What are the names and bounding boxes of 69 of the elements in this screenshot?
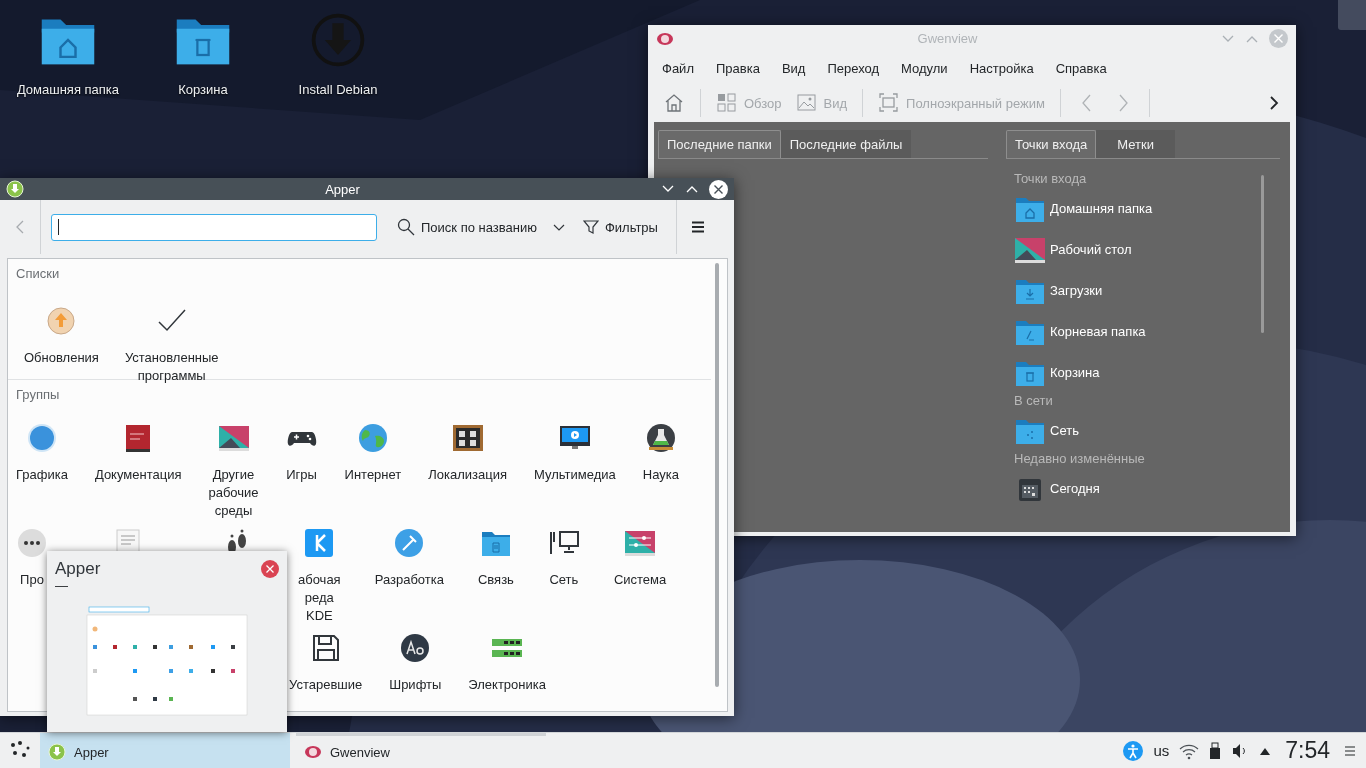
menu-icon bbox=[1344, 744, 1356, 757]
section-heading: Группы bbox=[16, 386, 61, 402]
category-item[interactable]: Про bbox=[16, 527, 48, 589]
close-icon bbox=[1269, 29, 1288, 48]
tab[interactable]: Последние файлы bbox=[780, 130, 912, 158]
scrollbar[interactable] bbox=[715, 263, 719, 687]
flask-icon bbox=[644, 422, 677, 454]
preview-title: Apper bbox=[55, 559, 101, 579]
search-mode-button[interactable]: Поиск по названию bbox=[393, 214, 569, 240]
category-item[interactable]: Другие рабочие среды bbox=[208, 422, 259, 520]
category-item[interactable]: Локализация bbox=[428, 422, 508, 484]
section-heading: В сети bbox=[1014, 393, 1054, 410]
filter-button[interactable]: Фильтры bbox=[578, 215, 662, 239]
grid-icon bbox=[716, 92, 738, 114]
keyboard-layout[interactable]: us bbox=[1153, 742, 1170, 759]
category-item[interactable]: Интернет bbox=[344, 422, 402, 484]
tab[interactable]: Последние папки bbox=[658, 130, 781, 158]
dots-icon bbox=[16, 527, 48, 559]
download-icon bbox=[6, 180, 24, 198]
clock[interactable]: 7:54 bbox=[1285, 737, 1330, 764]
category-item[interactable]: Мультимедиа bbox=[534, 422, 616, 484]
hammer-icon bbox=[393, 527, 426, 559]
category-item[interactable]: абочая реда KDE bbox=[298, 527, 341, 625]
chalkboard-icon bbox=[451, 422, 484, 454]
category-item[interactable]: Установленные программы bbox=[124, 305, 219, 385]
category-item[interactable]: Разработка bbox=[374, 527, 444, 589]
section-heading: Точки входа bbox=[1014, 171, 1088, 188]
window-thumbnail-drawing[interactable] bbox=[85, 605, 249, 717]
preview-subtitle: — bbox=[55, 579, 69, 593]
accessibility-icon bbox=[1123, 740, 1144, 761]
window-title: Gwenview bbox=[916, 31, 979, 46]
search-icon bbox=[397, 218, 415, 236]
category-item[interactable]: Документация bbox=[94, 422, 182, 484]
category-item[interactable]: Шрифты bbox=[389, 632, 442, 694]
category-item[interactable]: Наука bbox=[642, 422, 679, 484]
category-item[interactable]: Игры bbox=[285, 422, 318, 484]
filter-icon bbox=[582, 219, 599, 235]
category-item[interactable]: Обновления bbox=[24, 305, 99, 367]
menu-icon bbox=[690, 221, 705, 233]
desktop-icon[interactable]: Домашняя папка bbox=[3, 10, 133, 97]
desktop-icon[interactable]: Корзина bbox=[138, 10, 268, 97]
section-heading: Недавно изменённые bbox=[1014, 451, 1146, 468]
section-heading: Списки bbox=[16, 265, 61, 281]
image-icon bbox=[795, 92, 818, 114]
tab[interactable]: Метки bbox=[1096, 130, 1175, 158]
close-icon bbox=[261, 560, 279, 578]
globe-icon bbox=[356, 422, 389, 454]
category-item[interactable]: Устаревшие bbox=[289, 632, 363, 694]
category-item[interactable]: Графика bbox=[16, 422, 68, 484]
desktop-icon[interactable]: Install Debian bbox=[273, 10, 403, 97]
eye-icon bbox=[304, 743, 322, 761]
update-icon bbox=[45, 305, 78, 337]
task-button[interactable]: Apper bbox=[40, 733, 290, 768]
category-item[interactable]: Система bbox=[613, 527, 667, 589]
category-item[interactable]: Электроника bbox=[468, 632, 546, 694]
tab[interactable]: Точки входа bbox=[1006, 130, 1097, 158]
category-item[interactable]: Сеть bbox=[547, 527, 580, 589]
desktop-toolbox[interactable] bbox=[1338, 0, 1366, 30]
home-icon bbox=[663, 92, 685, 114]
category-item[interactable]: Связь bbox=[477, 527, 514, 589]
app-logo-icon bbox=[303, 527, 336, 559]
download-icon bbox=[48, 743, 66, 761]
font-icon bbox=[399, 632, 432, 664]
fullscreen-icon bbox=[878, 92, 901, 114]
window-title: Apper bbox=[324, 181, 361, 197]
usb-drive-icon bbox=[1209, 741, 1222, 760]
task-button[interactable]: Gwenview bbox=[296, 733, 546, 768]
sphere-icon bbox=[25, 422, 58, 454]
search-field[interactable] bbox=[51, 213, 377, 241]
